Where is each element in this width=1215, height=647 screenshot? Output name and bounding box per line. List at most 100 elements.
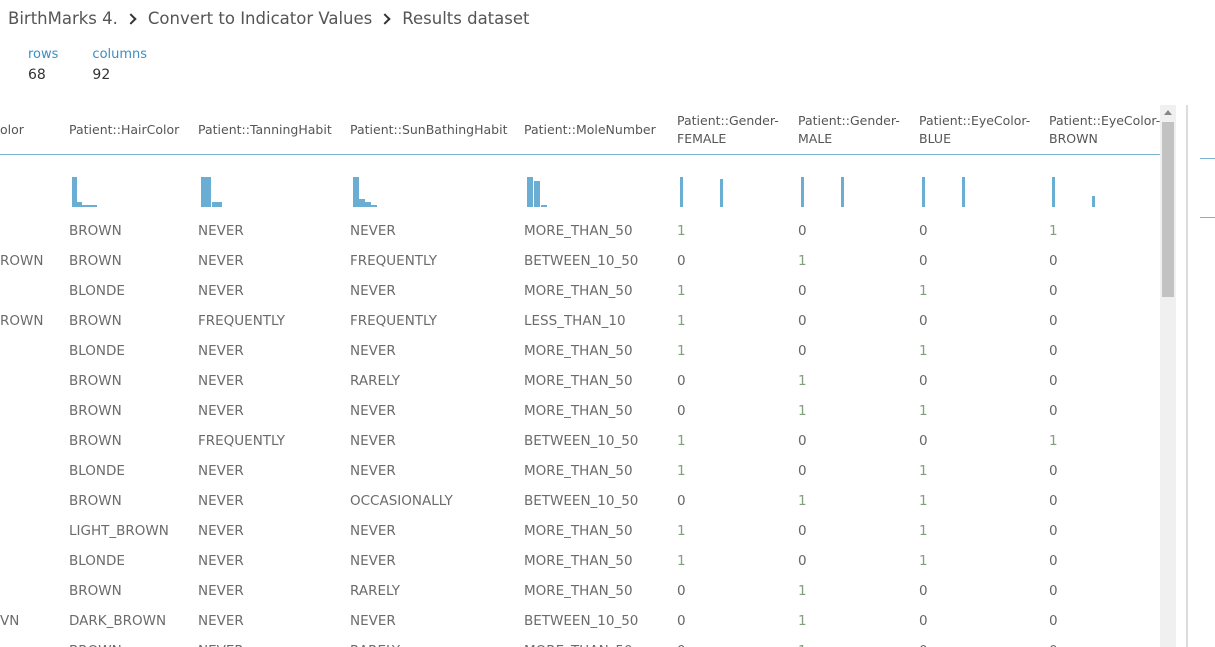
table-cell-sunbathing-habit: NEVER [350,403,396,419]
table-row[interactable]: BROWN NEVER RARELY MORE_THAN_50 0 1 0 0 [0,371,1160,391]
histogram-hair-color[interactable] [72,173,152,207]
scroll-up-icon[interactable] [1164,110,1172,115]
table-cell-tanning-habit: NEVER [198,283,244,299]
table-cell-eyecolor-brown: 0 [1049,253,1058,269]
histogram-gender-male[interactable] [801,173,881,207]
table-cell-gender-female: 1 [677,223,686,239]
table-row[interactable]: BROWN NEVER NEVER MORE_THAN_50 1 0 0 1 [0,221,1160,241]
histogram-eyecolor-brown[interactable] [1052,173,1132,207]
histogram-bar [680,177,683,207]
table-cell-mole-number: MORE_THAN_50 [524,223,633,239]
table-cell-hair-color: BROWN [69,373,122,389]
table-cell-hair-color: BROWN [69,403,122,419]
table-row[interactable]: LIGHT_BROWN NEVER NEVER MORE_THAN_50 1 0 1 0 [0,521,1160,541]
column-header-line: olor [0,121,24,137]
histogram-eyecolor-blue[interactable] [922,173,1002,207]
table-cell-hair-color: BROWN [69,583,122,599]
table-row[interactable]: BLONDE NEVER NEVER MORE_THAN_50 1 0 1 0 [0,341,1160,361]
table-cell-gender-male: 1 [798,403,807,419]
table-cell-hair-color: BLONDE [69,343,125,359]
column-header-label: Patient::Gender- FEMALE [677,112,779,148]
scroll-thumb[interactable] [1162,122,1174,297]
histogram-bar [534,181,540,207]
histogram-bar [371,205,377,207]
table-row[interactable]: BROWN NEVER NEVER MORE_THAN_50 0 1 1 0 [0,401,1160,421]
table-cell-gender-female: 1 [677,553,686,569]
table-row[interactable]: BROWN NEVER OCCASIONALLY BETWEEN_10_50 0 1 1 0 [0,491,1160,511]
table-cell-tanning-habit: NEVER [198,223,244,239]
histogram-sunbathing-habit[interactable] [353,173,433,207]
table-cell-gender-female: 0 [677,373,686,389]
column-header-tanning-habit[interactable]: Patient::TanningHabit [198,105,332,154]
table-cell-eyecolor-brown: 0 [1049,583,1058,599]
table-row[interactable]: BROWN NEVER RARELY MORE_THAN_50 0 1 0 0 [0,641,1160,647]
breadcrumb: BirthMarks 4. Convert to Indicator Value… [8,7,529,29]
table-row[interactable]: BROWN NEVER RARELY MORE_THAN_50 0 1 0 0 [0,581,1160,601]
table-cell-sunbathing-habit: NEVER [350,613,396,629]
table-cell-sunbathing-habit: NEVER [350,523,396,539]
table-cell-sunbathing-habit: RARELY [350,641,400,647]
column-header-gender-female[interactable]: Patient::Gender- FEMALE [677,105,779,154]
table-row[interactable]: BLONDE NEVER NEVER MORE_THAN_50 1 0 1 0 [0,461,1160,481]
column-header-line: Patient::EyeColor- [919,112,1031,128]
table-cell-partial-color: ROWN [0,313,44,329]
column-header-eyecolor-blue[interactable]: Patient::EyeColor- BLUE [919,105,1030,154]
table-cell-gender-female: 1 [677,283,686,299]
table-cell-eyecolor-brown: 0 [1049,641,1058,647]
column-header-hair-color[interactable]: Patient::HairColor [69,105,179,154]
table-cell-mole-number: LESS_THAN_10 [524,313,626,329]
side-marker [1200,217,1215,218]
table-cell-gender-female: 0 [677,403,686,419]
table-cell-gender-female: 0 [677,493,686,509]
column-header-gender-male[interactable]: Patient::Gender- MALE [798,105,900,154]
vertical-scrollbar[interactable] [1160,105,1176,647]
histogram-mole-number[interactable] [527,173,607,207]
breadcrumb-module[interactable]: Convert to Indicator Values [148,9,372,28]
histogram-tanning-habit[interactable] [201,173,281,207]
column-header-line: Patient::SunBathingHabit [350,121,508,137]
table-cell-eyecolor-blue: 0 [919,313,928,329]
table-row[interactable]: ROWN BROWN NEVER FREQUENTLY BETWEEN_10_50 0 1 0… [0,251,1160,271]
table-cell-gender-male: 1 [798,613,807,629]
table-cell-eyecolor-brown: 0 [1049,553,1058,569]
rows-value: 68 [28,67,46,83]
table-row[interactable]: BLONDE NEVER NEVER MORE_THAN_50 1 0 1 0 [0,551,1160,571]
table-cell-tanning-habit: NEVER [198,493,244,509]
histogram-bar [212,202,222,207]
table-cell-gender-male: 0 [798,343,807,359]
rows-stat: rows 68 [28,47,58,83]
table-cell-tanning-habit: NEVER [198,523,244,539]
table-row[interactable]: ROWN BROWN FREQUENTLY FREQUENTLY LESS_THAN_1… [0,311,1160,331]
table-cell-mole-number: MORE_THAN_50 [524,283,633,299]
table-cell-eyecolor-blue: 1 [919,343,928,359]
table-cell-sunbathing-habit: NEVER [350,433,396,449]
table-row[interactable]: BLONDE NEVER NEVER MORE_THAN_50 1 0 1 0 [0,281,1160,301]
column-header-line: MALE [798,130,833,146]
table-cell-sunbathing-habit: NEVER [350,553,396,569]
breadcrumb-experiment[interactable]: BirthMarks 4. [8,9,118,28]
table-row[interactable]: VN DARK_BROWN NEVER NEVER BETWEEN_10_50 0 1 0 0 [0,611,1160,631]
results-grid: olor Patient::HairColor Patient::TanningHa… [0,105,1160,647]
table-cell-eyecolor-blue: 0 [919,583,928,599]
side-marker [1200,158,1215,159]
table-cell-eyecolor-blue: 1 [919,283,928,299]
column-header-partial-color[interactable]: olor [0,105,24,154]
columns-label: columns [92,47,148,62]
histogram-gender-female[interactable] [680,173,760,207]
table-cell-hair-color: BROWN [69,641,122,647]
table-cell-eyecolor-brown: 0 [1049,463,1058,479]
table-cell-mole-number: MORE_THAN_50 [524,343,633,359]
column-header-sunbathing-habit[interactable]: Patient::SunBathingHabit [350,105,507,154]
dataset-stats: rows 68 columns 92 [28,47,181,83]
table-cell-mole-number: BETWEEN_10_50 [524,493,639,509]
table-row[interactable]: BROWN FREQUENTLY NEVER BETWEEN_10_50 1 0 0 1 [0,431,1160,451]
table-cell-eyecolor-brown: 0 [1049,343,1058,359]
table-cell-sunbathing-habit: RARELY [350,373,400,389]
table-cell-hair-color: BROWN [69,253,122,269]
table-cell-eyecolor-brown: 0 [1049,313,1058,329]
histogram-bar [801,177,804,207]
table-cell-hair-color: BROWN [69,493,122,509]
column-header-line: FEMALE [677,130,727,146]
column-header-eyecolor-brown[interactable]: Patient::EyeColor- BROWN [1049,105,1160,154]
column-header-mole-number[interactable]: Patient::MoleNumber [524,105,656,154]
